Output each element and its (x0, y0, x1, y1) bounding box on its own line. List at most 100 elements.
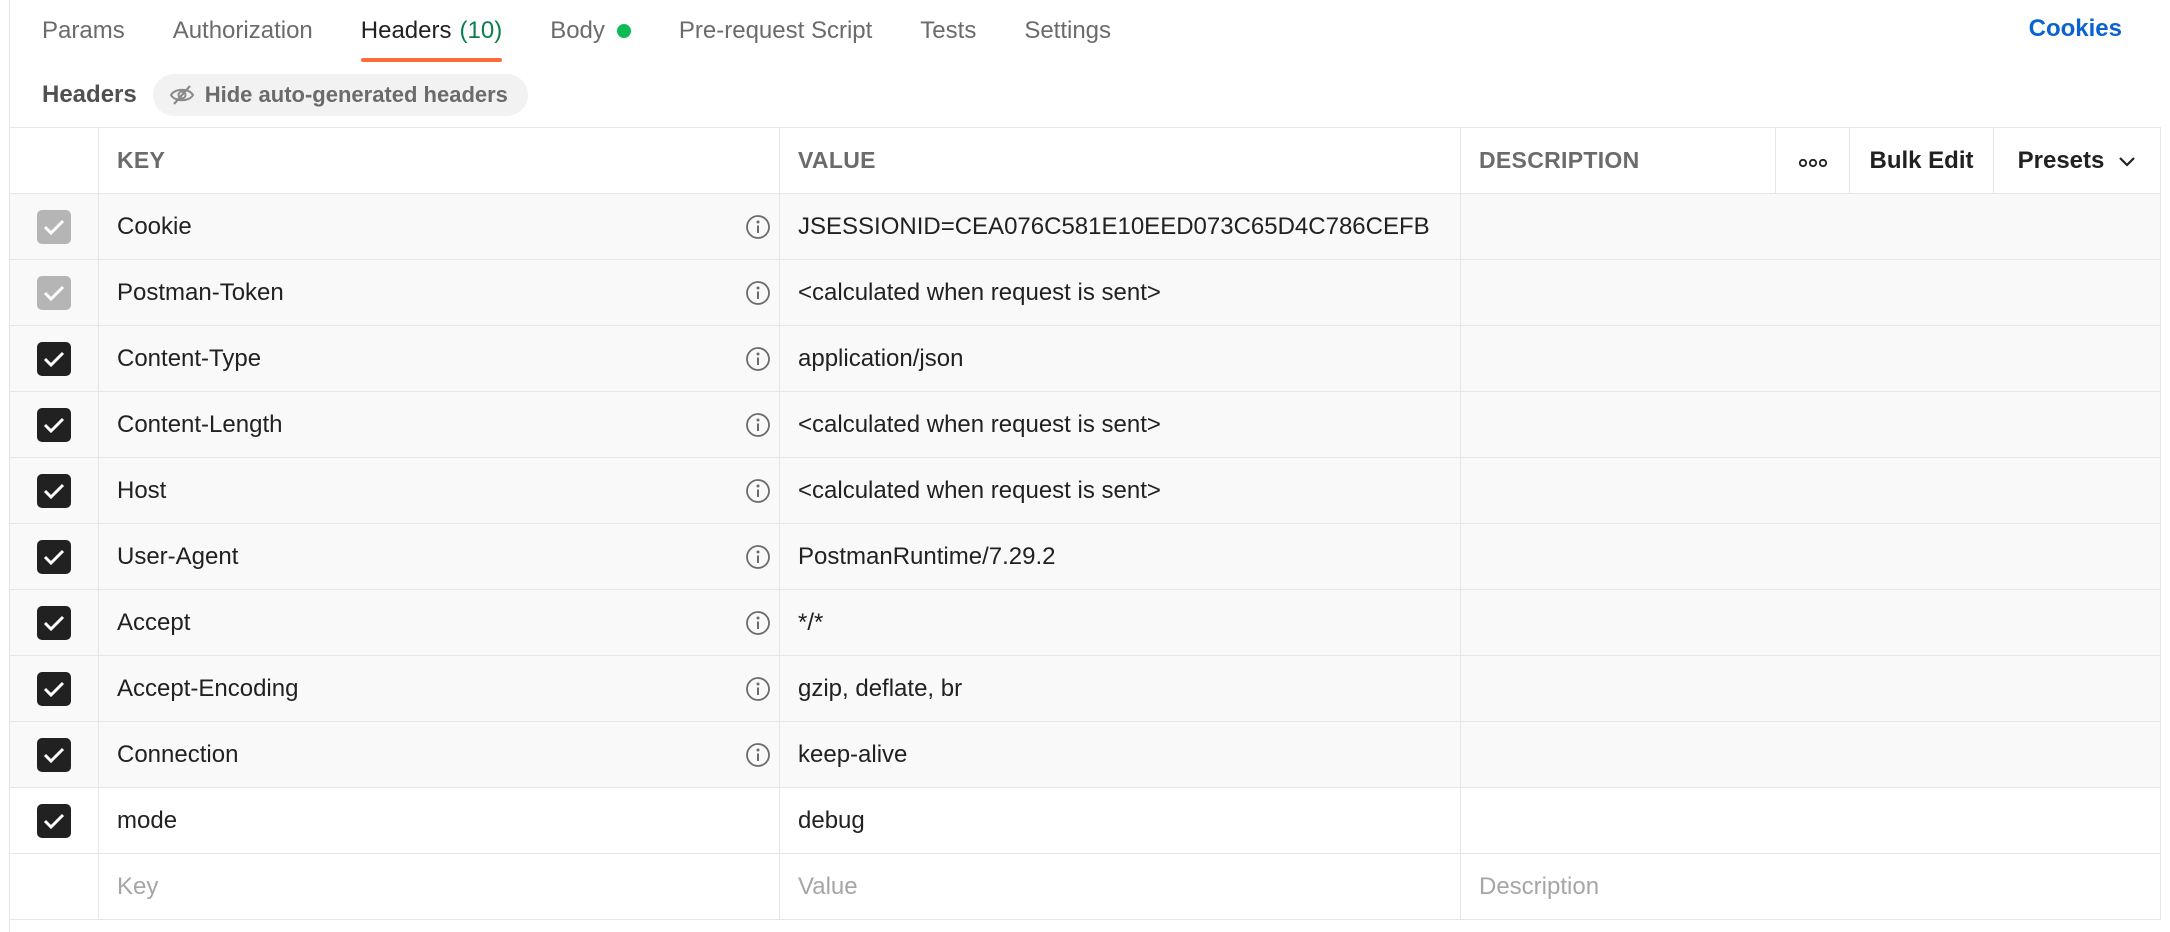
table-row: Content-Length <calculated when request i… (10, 392, 2161, 458)
header-value-cell[interactable]: application/json (780, 326, 1461, 391)
table-header-row: KEY VALUE DESCRIPTION Bulk Edit Presets (10, 128, 2161, 194)
row-checkbox-cell (10, 722, 99, 787)
hide-button-label: Hide auto-generated headers (204, 82, 508, 107)
new-description-input[interactable]: Description (1461, 854, 2161, 919)
header-key-text: Postman-Token (117, 278, 284, 306)
header-key-cell[interactable]: Accept (99, 590, 780, 655)
more-options-button[interactable] (1776, 128, 1850, 193)
header-key-cell[interactable]: Accept-Encoding (99, 656, 780, 721)
row-checkbox-cell (10, 524, 99, 589)
headers-table: KEY VALUE DESCRIPTION Bulk Edit Presets (9, 127, 2161, 920)
header-value-cell[interactable]: keep-alive (780, 722, 1461, 787)
tab-params[interactable]: Params (42, 0, 125, 62)
headers-panel: Params Authorization Headers (10) Body P… (0, 0, 2170, 932)
info-circle-icon[interactable] (745, 214, 771, 240)
header-description-cell[interactable] (1461, 656, 2161, 721)
row-enabled-checkbox[interactable] (37, 341, 71, 376)
tab-tests[interactable]: Tests (920, 0, 976, 62)
header-key-cell[interactable]: Content-Length (99, 392, 780, 457)
header-value-cell[interactable]: PostmanRuntime/7.29.2 (780, 524, 1461, 589)
header-key-text: Cookie (117, 212, 192, 240)
table-row: Postman-Token <calculated when request is… (10, 260, 2161, 326)
header-description-cell[interactable] (1461, 524, 2161, 589)
table-row: Connection keep-alive (10, 722, 2161, 788)
header-description-cell[interactable] (1461, 326, 2161, 391)
check-icon (43, 218, 65, 236)
header-value-text: <calculated when request is sent> (798, 278, 1161, 306)
header-key-cell[interactable]: mode (99, 788, 780, 853)
tab-headers[interactable]: Headers (10) (360, 0, 503, 62)
tab-authorization[interactable]: Authorization (173, 0, 313, 62)
row-enabled-checkbox[interactable] (37, 605, 71, 640)
cookies-link[interactable]: Cookies (2029, 0, 2122, 58)
tab-settings[interactable]: Settings (1024, 0, 1111, 62)
header-key-text: Accept-Encoding (117, 674, 299, 702)
header-description-cell[interactable] (1461, 458, 2161, 523)
check-icon (43, 416, 65, 434)
row-enabled-checkbox[interactable] (37, 539, 71, 574)
new-key-input[interactable]: Key (99, 854, 780, 919)
header-value-cell[interactable]: gzip, deflate, br (780, 656, 1461, 721)
new-header-row: Key Value Description (10, 854, 2161, 920)
presets-label: Presets (2017, 146, 2105, 174)
header-checkbox-column (10, 128, 99, 193)
header-key-cell[interactable]: Content-Type (99, 326, 780, 391)
check-icon (43, 284, 65, 302)
header-description-cell[interactable] (1461, 788, 2161, 853)
row-checkbox-cell (10, 656, 99, 721)
header-value-cell[interactable]: debug (780, 788, 1461, 853)
info-circle-icon[interactable] (745, 280, 771, 306)
row-enabled-checkbox[interactable] (37, 803, 71, 838)
header-key-cell[interactable]: Postman-Token (99, 260, 780, 325)
row-checkbox-cell (10, 392, 99, 457)
header-description-cell[interactable] (1461, 392, 2161, 457)
header-key-cell[interactable]: Host (99, 458, 780, 523)
info-circle-icon[interactable] (745, 742, 771, 768)
hide-auto-generated-headers-button[interactable]: Hide auto-generated headers (152, 74, 528, 116)
check-icon (43, 614, 65, 632)
row-enabled-checkbox (37, 209, 71, 244)
bulk-edit-button[interactable]: Bulk Edit (1850, 128, 1994, 193)
header-value-cell[interactable]: JSESSIONID=CEA076C581E10EED073C65D4C786C… (780, 194, 1461, 259)
check-icon (43, 680, 65, 698)
presets-dropdown[interactable]: Presets (1994, 128, 2161, 193)
header-value-text: */* (798, 608, 824, 636)
tab-body[interactable]: Body (550, 0, 631, 62)
header-description-cell[interactable] (1461, 590, 2161, 655)
table-row: User-Agent PostmanRuntime/7.29.2 (10, 524, 2161, 590)
column-header-value: VALUE (780, 128, 1461, 193)
header-value-cell[interactable]: */* (780, 590, 1461, 655)
column-header-description: DESCRIPTION (1461, 128, 1776, 193)
header-value-text: keep-alive (798, 740, 908, 768)
new-value-input[interactable]: Value (780, 854, 1461, 919)
info-circle-icon[interactable] (745, 412, 771, 438)
row-enabled-checkbox[interactable] (37, 407, 71, 442)
header-key-cell[interactable]: User-Agent (99, 524, 780, 589)
info-circle-icon[interactable] (745, 610, 771, 636)
header-key-text: Content-Type (117, 344, 262, 372)
header-description-cell[interactable] (1461, 722, 2161, 787)
info-circle-icon[interactable] (745, 676, 771, 702)
tab-label: Authorization (172, 17, 313, 44)
table-row: mode debug (10, 788, 2161, 854)
chevron-down-icon (2118, 155, 2136, 167)
info-circle-icon[interactable] (745, 544, 771, 570)
header-key-cell[interactable]: Cookie (99, 194, 780, 259)
header-key-text: Connection (117, 740, 239, 768)
info-circle-icon[interactable] (745, 346, 771, 372)
tab-label: Headers (360, 17, 452, 44)
info-circle-icon[interactable] (745, 478, 771, 504)
row-enabled-checkbox[interactable] (37, 737, 71, 772)
header-description-cell[interactable] (1461, 260, 2161, 325)
eye-slash-icon (169, 84, 195, 106)
header-description-cell[interactable] (1461, 194, 2161, 259)
headers-subheader: Headers Hide auto-generated headers (42, 74, 528, 116)
row-enabled-checkbox[interactable] (37, 671, 71, 706)
header-value-cell[interactable]: <calculated when request is sent> (780, 260, 1461, 325)
tab-pre-request-script[interactable]: Pre-request Script (679, 0, 872, 62)
header-value-cell[interactable]: <calculated when request is sent> (780, 458, 1461, 523)
header-key-cell[interactable]: Connection (99, 722, 780, 787)
row-enabled-checkbox[interactable] (37, 473, 71, 508)
tab-label: Pre-request Script (678, 17, 873, 44)
header-value-cell[interactable]: <calculated when request is sent> (780, 392, 1461, 457)
